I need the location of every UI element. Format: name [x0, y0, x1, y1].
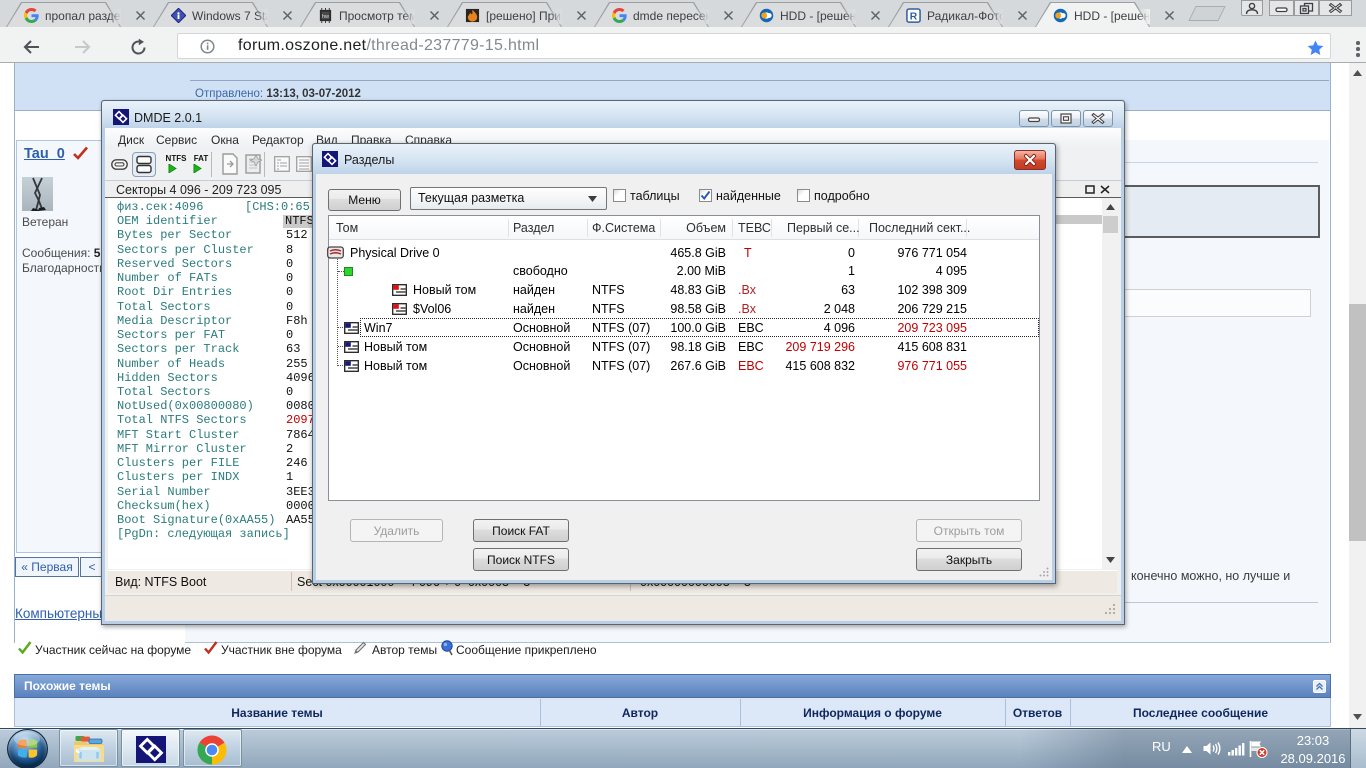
svg-text:hw: hw — [322, 14, 330, 20]
svg-text:R: R — [910, 11, 918, 22]
